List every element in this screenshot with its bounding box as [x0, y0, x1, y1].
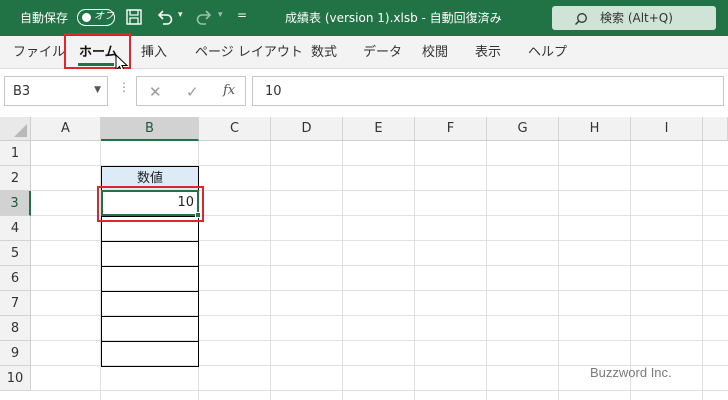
formula-bar-grip-icon[interactable]: ⋮ [118, 81, 130, 93]
select-all-triangle-icon [14, 124, 27, 137]
tab-formulas[interactable]: 数式 [311, 44, 337, 61]
name-box-dropdown-icon[interactable]: ▼ [94, 85, 101, 95]
watermark: Buzzword Inc. [590, 365, 672, 380]
undo-dropdown-icon[interactable]: ▾ [178, 10, 183, 20]
cell-b8[interactable] [101, 316, 199, 342]
column-header-f[interactable]: F [415, 117, 487, 141]
select-all-button[interactable] [0, 117, 31, 141]
gridline-vertical [558, 141, 559, 400]
formula-value: 10 [265, 84, 282, 99]
row-header-8[interactable]: 8 [0, 316, 31, 341]
column-header-h[interactable]: H [559, 117, 631, 141]
column-header-e[interactable]: E [343, 117, 415, 141]
tab-help[interactable]: ヘルプ [528, 44, 567, 61]
search-icon [574, 11, 588, 30]
toggle-knob [82, 13, 91, 22]
search-input[interactable]: 検索 (Alt+Q) [552, 6, 716, 30]
row-header-1[interactable]: 1 [0, 141, 31, 166]
save-icon[interactable] [125, 8, 143, 30]
column-header-g[interactable]: G [487, 117, 559, 141]
cell-b5[interactable] [101, 241, 199, 267]
gridline-vertical [486, 141, 487, 400]
tab-view[interactable]: 表示 [475, 44, 501, 61]
worksheet-grid[interactable]: ABCDEFGHI 1 2 3 4 5 6 7 8 9 10 数値 10 [0, 117, 728, 400]
cell-b9[interactable] [101, 341, 199, 367]
autosave-toggle[interactable]: オフ [77, 9, 115, 26]
row-header-5[interactable]: 5 [0, 241, 31, 266]
column-header-a[interactable]: A [31, 117, 101, 141]
column-header-partial[interactable] [703, 117, 728, 141]
undo-icon[interactable] [155, 7, 175, 31]
cell-b6[interactable] [101, 266, 199, 292]
name-box[interactable]: B3 ▼ [4, 76, 108, 106]
selected-cell-highlight [97, 186, 204, 222]
row-header-6[interactable]: 6 [0, 266, 31, 291]
row-header-3[interactable]: 3 [0, 191, 31, 216]
row-header-9[interactable]: 9 [0, 341, 31, 366]
gridline-vertical [270, 141, 271, 400]
insert-function-icon[interactable]: fx [223, 83, 235, 99]
column-header-d[interactable]: D [271, 117, 343, 141]
cell-b7[interactable] [101, 291, 199, 317]
column-header-i[interactable]: I [631, 117, 703, 141]
autosave-label: 自動保存 [20, 11, 69, 25]
enter-icon[interactable]: ✓ [186, 84, 199, 100]
redo-icon[interactable] [194, 7, 214, 31]
tab-insert[interactable]: 挿入 [141, 44, 167, 61]
gridline-vertical [630, 141, 631, 400]
tab-page-layout[interactable]: ページ レイアウト [195, 44, 303, 61]
formula-input[interactable]: 10 [252, 76, 724, 106]
document-title: 成績表 (version 1).xlsb - 自動回復済み [285, 11, 502, 25]
gridline-horizontal [31, 390, 728, 391]
title-bar: 自動保存 オフ ▾ ▾ = 成績表 (version 1).xlsb - 自動回… [0, 0, 728, 36]
column-header-c[interactable]: C [199, 117, 271, 141]
tab-file[interactable]: ファイル [13, 44, 65, 61]
row-header-2[interactable]: 2 [0, 166, 31, 191]
name-box-value: B3 [13, 84, 31, 99]
cancel-icon[interactable]: ✕ [149, 84, 162, 100]
formula-bar-buttons: ✕ ✓ fx [136, 76, 246, 106]
tab-review[interactable]: 校閲 [422, 44, 448, 61]
redo-dropdown-icon[interactable]: ▾ [218, 10, 223, 20]
search-placeholder: 検索 (Alt+Q) [600, 11, 673, 25]
tab-data[interactable]: データ [363, 44, 402, 61]
row-header-4[interactable]: 4 [0, 216, 31, 241]
row-header-7[interactable]: 7 [0, 291, 31, 316]
column-header-b[interactable]: B [101, 117, 199, 141]
gridline-vertical [342, 141, 343, 400]
gridline-vertical [414, 141, 415, 400]
row-header-10[interactable]: 10 [0, 366, 31, 391]
customize-qat-icon[interactable]: = [237, 8, 247, 22]
gridline-vertical [702, 141, 703, 400]
autosave-state: オフ [94, 11, 114, 22]
